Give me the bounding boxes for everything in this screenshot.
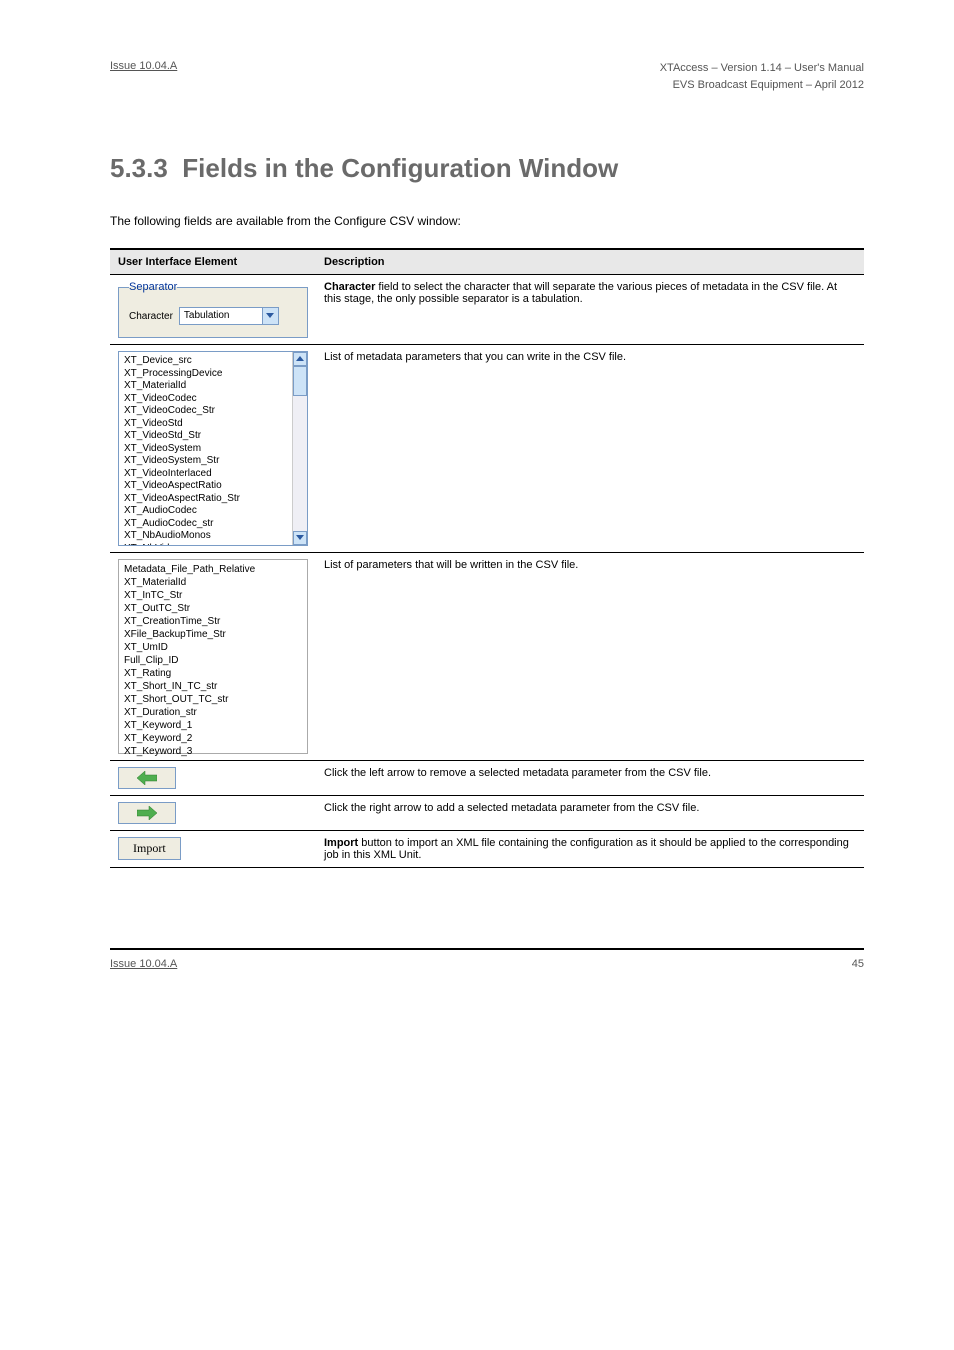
section-heading: 5.3.3 Fields in the Configuration Window <box>110 153 864 184</box>
import-button[interactable]: Import <box>118 837 181 860</box>
source-metadata-listbox[interactable]: XT_Device_srcXT_ProcessingDeviceXT_Mater… <box>118 351 308 546</box>
list-item[interactable]: Metadata_File_Path_Relative <box>124 563 302 576</box>
list-item[interactable]: XFile_BackupTime_Str <box>124 628 302 641</box>
list-item[interactable]: XT_InTC_Str <box>124 589 302 602</box>
table-row: Click the right arrow to add a selected … <box>110 796 864 831</box>
scrollbar[interactable] <box>292 352 307 545</box>
section-number: 5.3.3 <box>110 153 168 183</box>
list-item[interactable]: XT_VideoStd <box>124 418 287 431</box>
remove-metadata-button[interactable] <box>118 767 176 789</box>
list-item[interactable]: XT_AudioCodec_str <box>124 518 287 531</box>
scroll-up-icon[interactable] <box>293 352 307 366</box>
footer-issue: Issue 10.04.A <box>110 958 177 970</box>
list-item[interactable]: XT_Keyword_1 <box>124 719 302 732</box>
list-item[interactable]: XT_Duration_str <box>124 706 302 719</box>
source-list-desc: List of metadata parameters that you can… <box>316 345 864 553</box>
list-item[interactable]: XT_Rating <box>124 667 302 680</box>
header-issue: Issue 10.04.A <box>110 60 177 93</box>
list-item[interactable]: XT_VideoAspectRatio <box>124 480 287 493</box>
list-item[interactable]: XT_CreationTime_Str <box>124 615 302 628</box>
list-item[interactable]: XT_Keyword_3 <box>124 745 302 758</box>
list-item[interactable]: XT_NbAudioMonos <box>124 530 287 543</box>
list-item[interactable]: XT_OutTC_Str <box>124 602 302 615</box>
arrow-left-icon <box>137 771 157 785</box>
header-title: XTAccess – Version 1.14 – User's Manual <box>660 60 864 77</box>
list-item[interactable]: XT_Short_IN_TC_str <box>124 680 302 693</box>
separator-label: Character <box>129 311 173 322</box>
scroll-down-icon[interactable] <box>293 531 307 545</box>
source-list-content: XT_Device_srcXT_ProcessingDeviceXT_Mater… <box>119 352 292 545</box>
list-item[interactable]: XT_VideoSystem_Str <box>124 455 287 468</box>
separator-desc-body: field to select the character that will … <box>324 281 837 305</box>
right-arrow-desc: Click the right arrow to add a selected … <box>316 796 864 831</box>
header-doc-info: XTAccess – Version 1.14 – User's Manual … <box>660 60 864 93</box>
table-row: Separator Character Tabulation Ch <box>110 275 864 345</box>
section-title-text: Fields in the Configuration Window <box>182 153 618 183</box>
list-item[interactable]: XT_VideoInterlaced <box>124 468 287 481</box>
list-item[interactable]: XT_Short_OUT_TC_str <box>124 693 302 706</box>
separator-desc-label: Character <box>324 281 375 293</box>
import-desc: Import button to import an XML file cont… <box>316 831 864 868</box>
chevron-down-icon[interactable] <box>262 308 278 324</box>
header-company: EVS Broadcast Equipment – April 2012 <box>660 77 864 94</box>
add-metadata-button[interactable] <box>118 802 176 824</box>
table-row: Metadata_File_Path_RelativeXT_MaterialId… <box>110 553 864 761</box>
scroll-track[interactable] <box>293 366 307 531</box>
table-row: Import Import button to import an XML fi… <box>110 831 864 868</box>
list-item[interactable]: XT_MaterialId <box>124 380 287 393</box>
list-item[interactable]: XT_NbVideos <box>124 543 287 546</box>
import-desc-bold: Import <box>324 837 358 849</box>
list-item[interactable]: XT_VideoCodec_Str <box>124 405 287 418</box>
table-row: Click the left arrow to remove a selecte… <box>110 761 864 796</box>
separator-desc: Character field to select the character … <box>316 275 864 345</box>
intro-text: The following fields are available from … <box>110 214 864 228</box>
list-item[interactable]: XT_VideoSystem <box>124 443 287 456</box>
list-item[interactable]: XT_AudioCodec <box>124 505 287 518</box>
separator-dropdown[interactable]: Tabulation <box>179 307 279 325</box>
list-item[interactable]: XT_UmID <box>124 641 302 654</box>
list-item[interactable]: XT_VideoStd_Str <box>124 430 287 443</box>
list-item[interactable]: XT_Keyword_2 <box>124 732 302 745</box>
col-header-ui: User Interface Element <box>110 249 316 275</box>
selected-metadata-listbox[interactable]: Metadata_File_Path_RelativeXT_MaterialId… <box>118 559 308 754</box>
list-item[interactable]: XT_VideoCodec <box>124 393 287 406</box>
config-fields-table: User Interface Element Description Separ… <box>110 248 864 868</box>
arrow-right-icon <box>137 806 157 820</box>
table-row: XT_Device_srcXT_ProcessingDeviceXT_Mater… <box>110 345 864 553</box>
footer-page-number: 45 <box>852 958 864 970</box>
separator-legend: Separator <box>129 281 177 293</box>
separator-value: Tabulation <box>180 308 262 324</box>
scroll-thumb[interactable] <box>293 366 307 396</box>
list-item[interactable]: XT_ProcessingDevice <box>124 368 287 381</box>
list-item[interactable]: Full_Clip_ID <box>124 654 302 667</box>
selected-list-desc: List of parameters that will be written … <box>316 553 864 761</box>
list-item[interactable]: XT_Device_src <box>124 355 287 368</box>
col-header-desc: Description <box>316 249 864 275</box>
separator-fieldset: Separator Character Tabulation <box>118 281 308 338</box>
list-item[interactable]: XT_VideoAspectRatio_Str <box>124 493 287 506</box>
list-item[interactable]: XT_MaterialId <box>124 576 302 589</box>
import-desc-body: button to import an XML file containing … <box>324 837 849 861</box>
left-arrow-desc: Click the left arrow to remove a selecte… <box>316 761 864 796</box>
